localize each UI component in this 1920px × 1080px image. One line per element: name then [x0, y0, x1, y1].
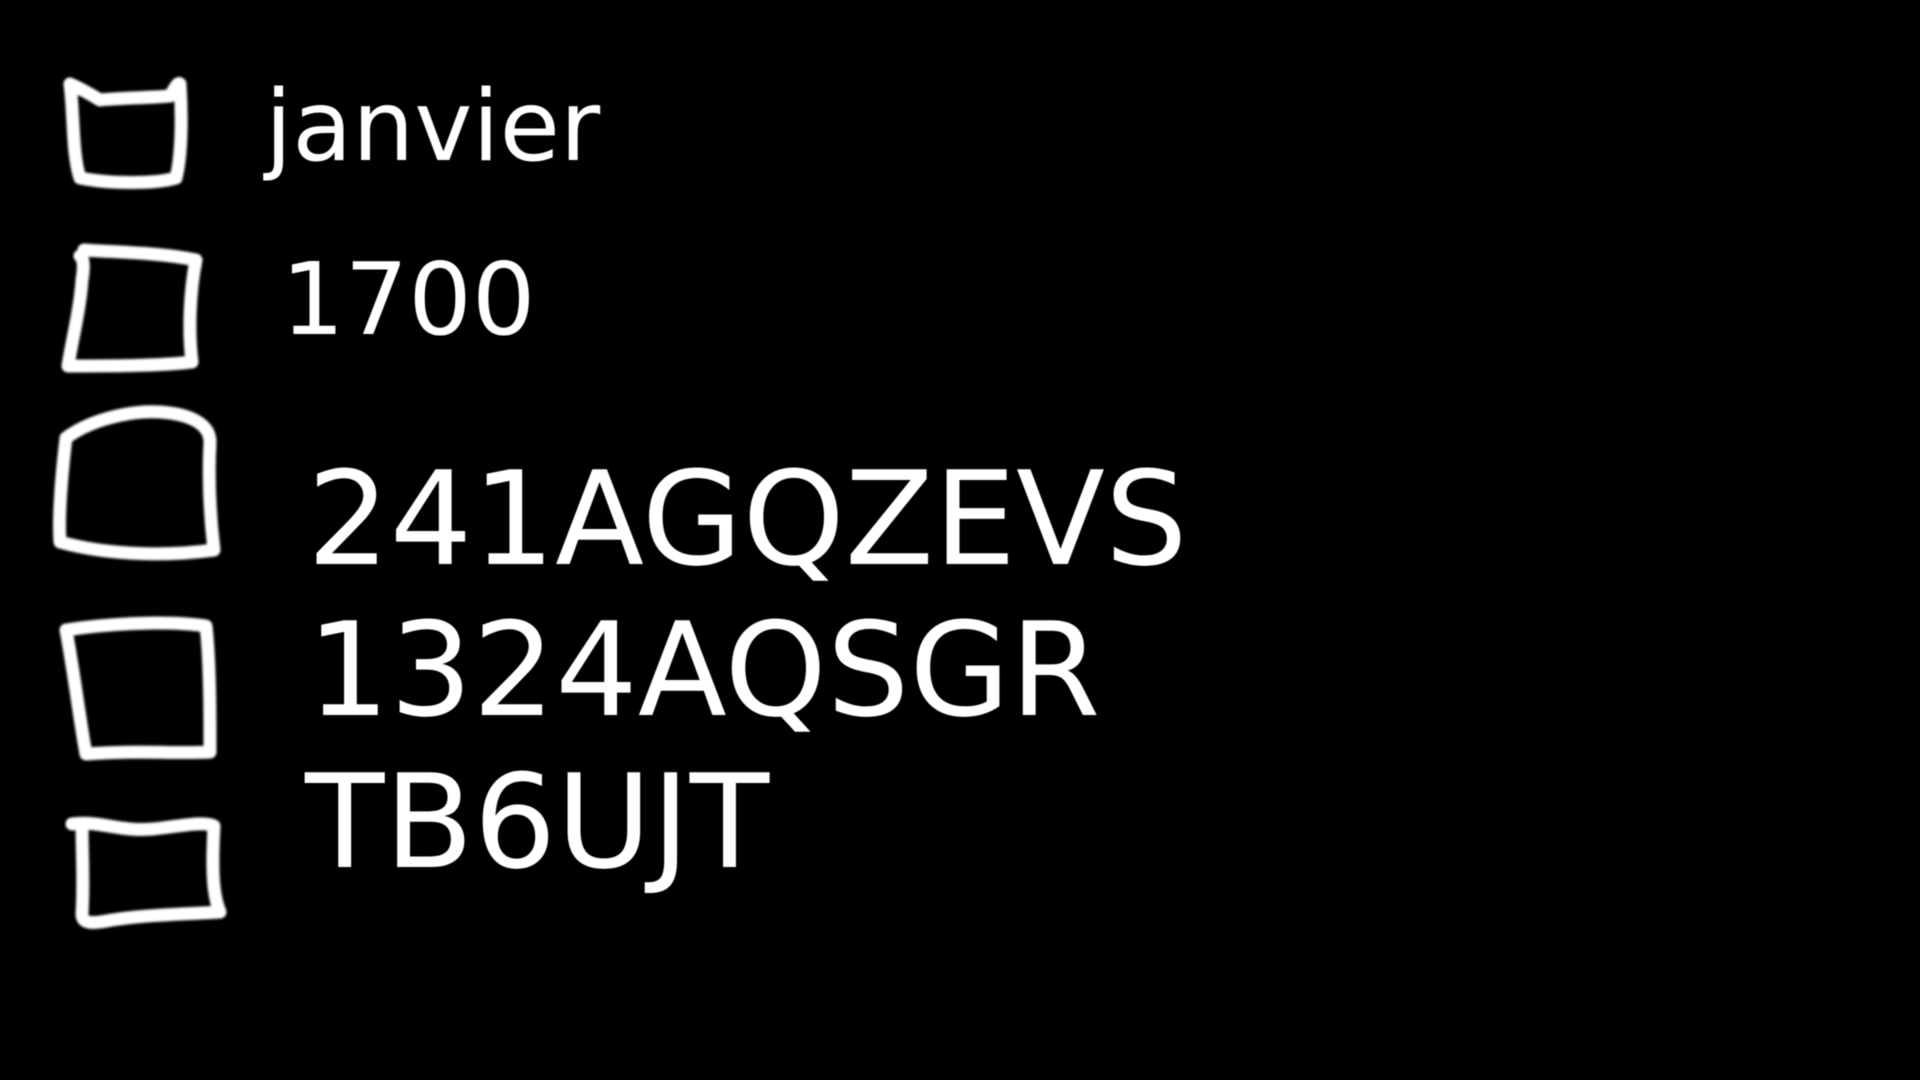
checklist-item-label: 1700	[281, 241, 536, 358]
hand-drawn-checkbox-icon[interactable]	[56, 612, 226, 770]
checklist-item-label: 1324AQSGR	[307, 594, 1101, 746]
hand-drawn-checkbox-icon[interactable]	[60, 74, 190, 192]
checklist-item-label: janvier	[265, 70, 601, 184]
hand-drawn-checkbox-icon[interactable]	[58, 240, 208, 378]
checklist-item-label: 241AGQZEVS	[307, 443, 1188, 595]
hand-drawn-checkbox-icon[interactable]	[50, 402, 228, 570]
checklist-item-label: TB6UJT	[305, 746, 770, 898]
hand-drawn-checkbox-icon[interactable]	[62, 804, 232, 934]
